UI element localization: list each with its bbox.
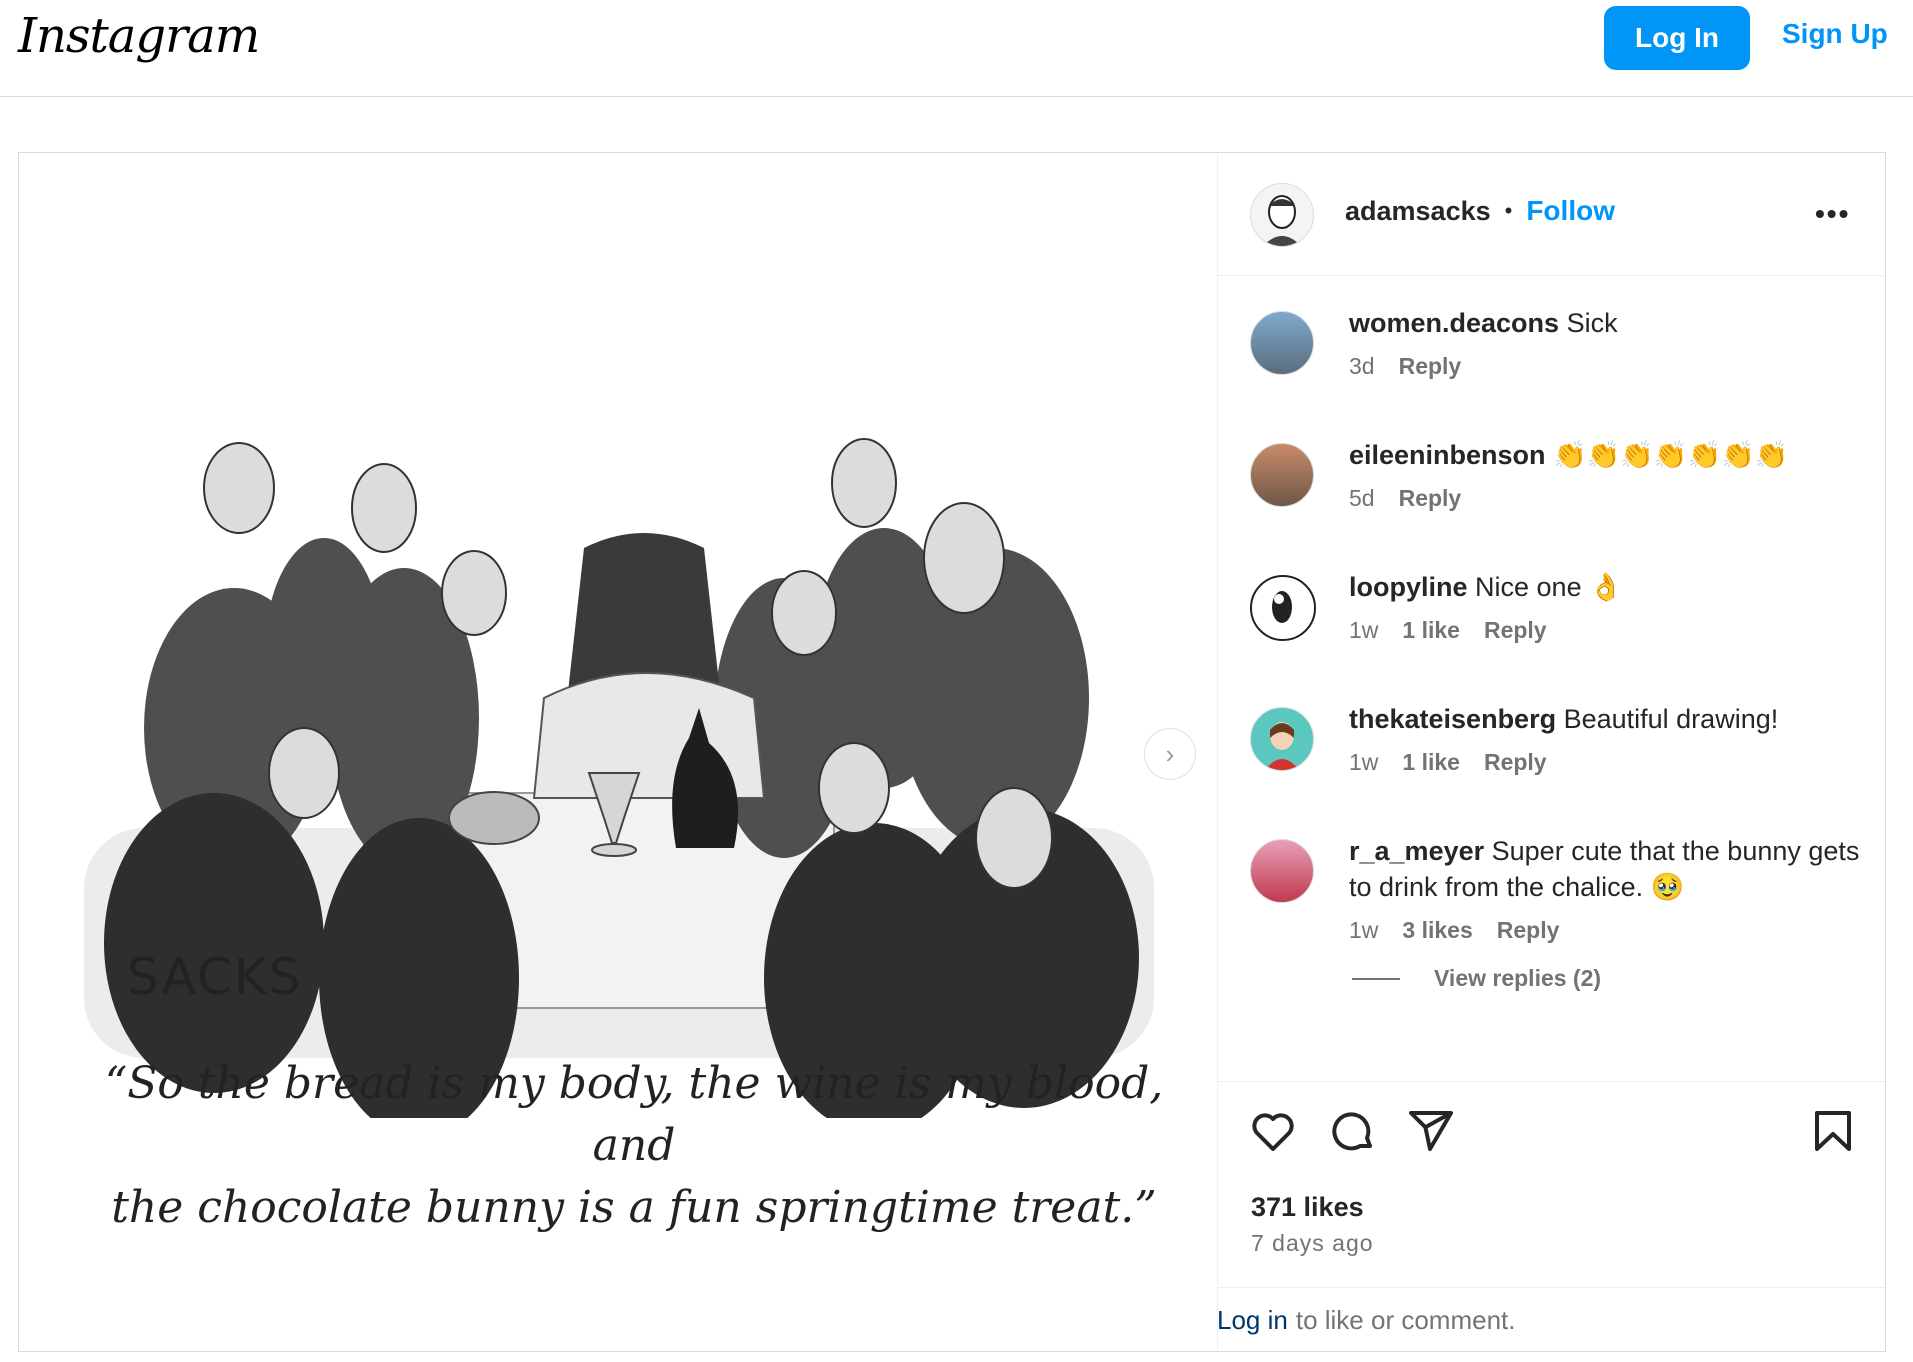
reply-button[interactable]: Reply [1484, 749, 1547, 776]
like-count[interactable]: 371 likes [1251, 1192, 1364, 1223]
action-bar: 371 likes 7 days ago Log in to like or c… [1217, 1081, 1885, 1352]
login-prompt-text: to like or comment. [1295, 1305, 1516, 1335]
view-replies-button[interactable]: View replies (2) [1352, 965, 1601, 992]
log-in-link[interactable]: Log in [1217, 1305, 1288, 1336]
comment-meta: 1w 1 like Reply [1349, 617, 1547, 644]
post-timestamp: 7 days ago [1251, 1230, 1374, 1256]
comment-time: 1w [1349, 617, 1379, 643]
comment-meta: 1w 3 likes Reply [1349, 917, 1559, 944]
author-avatar[interactable] [1250, 183, 1314, 247]
next-slide-button[interactable]: › [1144, 728, 1196, 780]
comment-icon[interactable] [1329, 1107, 1377, 1155]
post-image: SACKS “So the bread is my body, the wine… [19, 153, 1218, 1351]
caption-line-2: the chocolate bunny is a fun springtime … [111, 1182, 1157, 1233]
bookmark-icon[interactable] [1809, 1107, 1857, 1155]
log-in-button[interactable]: Log In [1604, 6, 1750, 70]
comment-text: 👏👏👏👏👏👏👏 [1553, 440, 1789, 470]
last-supper-cartoon [84, 438, 1154, 1118]
cartoon-caption: “So the bread is my body, the wine is my… [59, 1053, 1209, 1239]
reply-button[interactable]: Reply [1399, 353, 1462, 380]
instagram-logo[interactable]: Instagram [18, 8, 260, 64]
comment-likes[interactable]: 1 like [1402, 617, 1460, 644]
chevron-right-icon: › [1165, 738, 1175, 769]
comment-likes[interactable]: 1 like [1402, 749, 1460, 776]
commenter-avatar[interactable] [1250, 839, 1314, 903]
commenter-username[interactable]: loopyline [1349, 572, 1468, 602]
commenter-avatar[interactable] [1250, 443, 1314, 507]
post-sidebar: adamsacks • Follow ••• women.deacons Sic… [1217, 153, 1885, 1351]
reply-button[interactable]: Reply [1497, 917, 1560, 944]
comment-likes[interactable]: 3 likes [1402, 917, 1472, 944]
share-icon[interactable] [1407, 1107, 1455, 1155]
post-header: adamsacks • Follow ••• [1217, 153, 1885, 276]
more-icon[interactable]: ••• [1815, 198, 1850, 230]
commenter-avatar[interactable] [1250, 575, 1316, 641]
comment-meta: 3d Reply [1349, 353, 1461, 380]
comments-list: women.deacons Sick 3d Reply eileeninbens… [1217, 275, 1885, 1075]
comment-text: Sick [1566, 308, 1618, 338]
top-bar: Instagram Log In Sign Up [0, 0, 1913, 97]
author-username[interactable]: adamsacks [1345, 196, 1491, 227]
commenter-username[interactable]: women.deacons [1349, 308, 1559, 338]
caption-line-1: “So the bread is my body, the wine is my… [104, 1058, 1164, 1171]
follow-button[interactable]: Follow [1526, 195, 1615, 227]
commenter-username[interactable]: r_a_meyer [1349, 836, 1484, 866]
commenter-avatar[interactable] [1250, 707, 1314, 771]
reply-button[interactable]: Reply [1484, 617, 1547, 644]
view-replies-label: View replies (2) [1434, 965, 1602, 991]
author-avatar-drawing [1263, 195, 1301, 246]
comment-time: 3d [1349, 353, 1375, 379]
login-prompt: Log in to like or comment. [1217, 1287, 1885, 1353]
comment-time: 5d [1349, 485, 1375, 511]
replies-divider-line [1352, 977, 1400, 980]
commenter-avatar-drawing [1272, 591, 1292, 623]
comment-time: 1w [1349, 749, 1379, 775]
heart-icon[interactable] [1249, 1107, 1297, 1155]
reply-button[interactable]: Reply [1399, 485, 1462, 512]
comment-meta: 5d Reply [1349, 485, 1461, 512]
commenter-username[interactable]: thekateisenberg [1349, 704, 1556, 734]
sign-up-link[interactable]: Sign Up [1782, 18, 1888, 50]
artist-signature: SACKS [127, 948, 303, 1006]
comment-text: Beautiful drawing! [1563, 704, 1779, 734]
separator-dot: • [1504, 198, 1513, 223]
comment-text: Nice one 👌 [1475, 572, 1623, 602]
commenter-avatar[interactable] [1250, 311, 1314, 375]
comment-meta: 1w 1 like Reply [1349, 749, 1547, 776]
commenter-username[interactable]: eileeninbenson [1349, 440, 1546, 470]
comment-time: 1w [1349, 917, 1379, 943]
commenter-avatar-drawing [1265, 722, 1299, 770]
post-card: SACKS “So the bread is my body, the wine… [18, 152, 1886, 1352]
